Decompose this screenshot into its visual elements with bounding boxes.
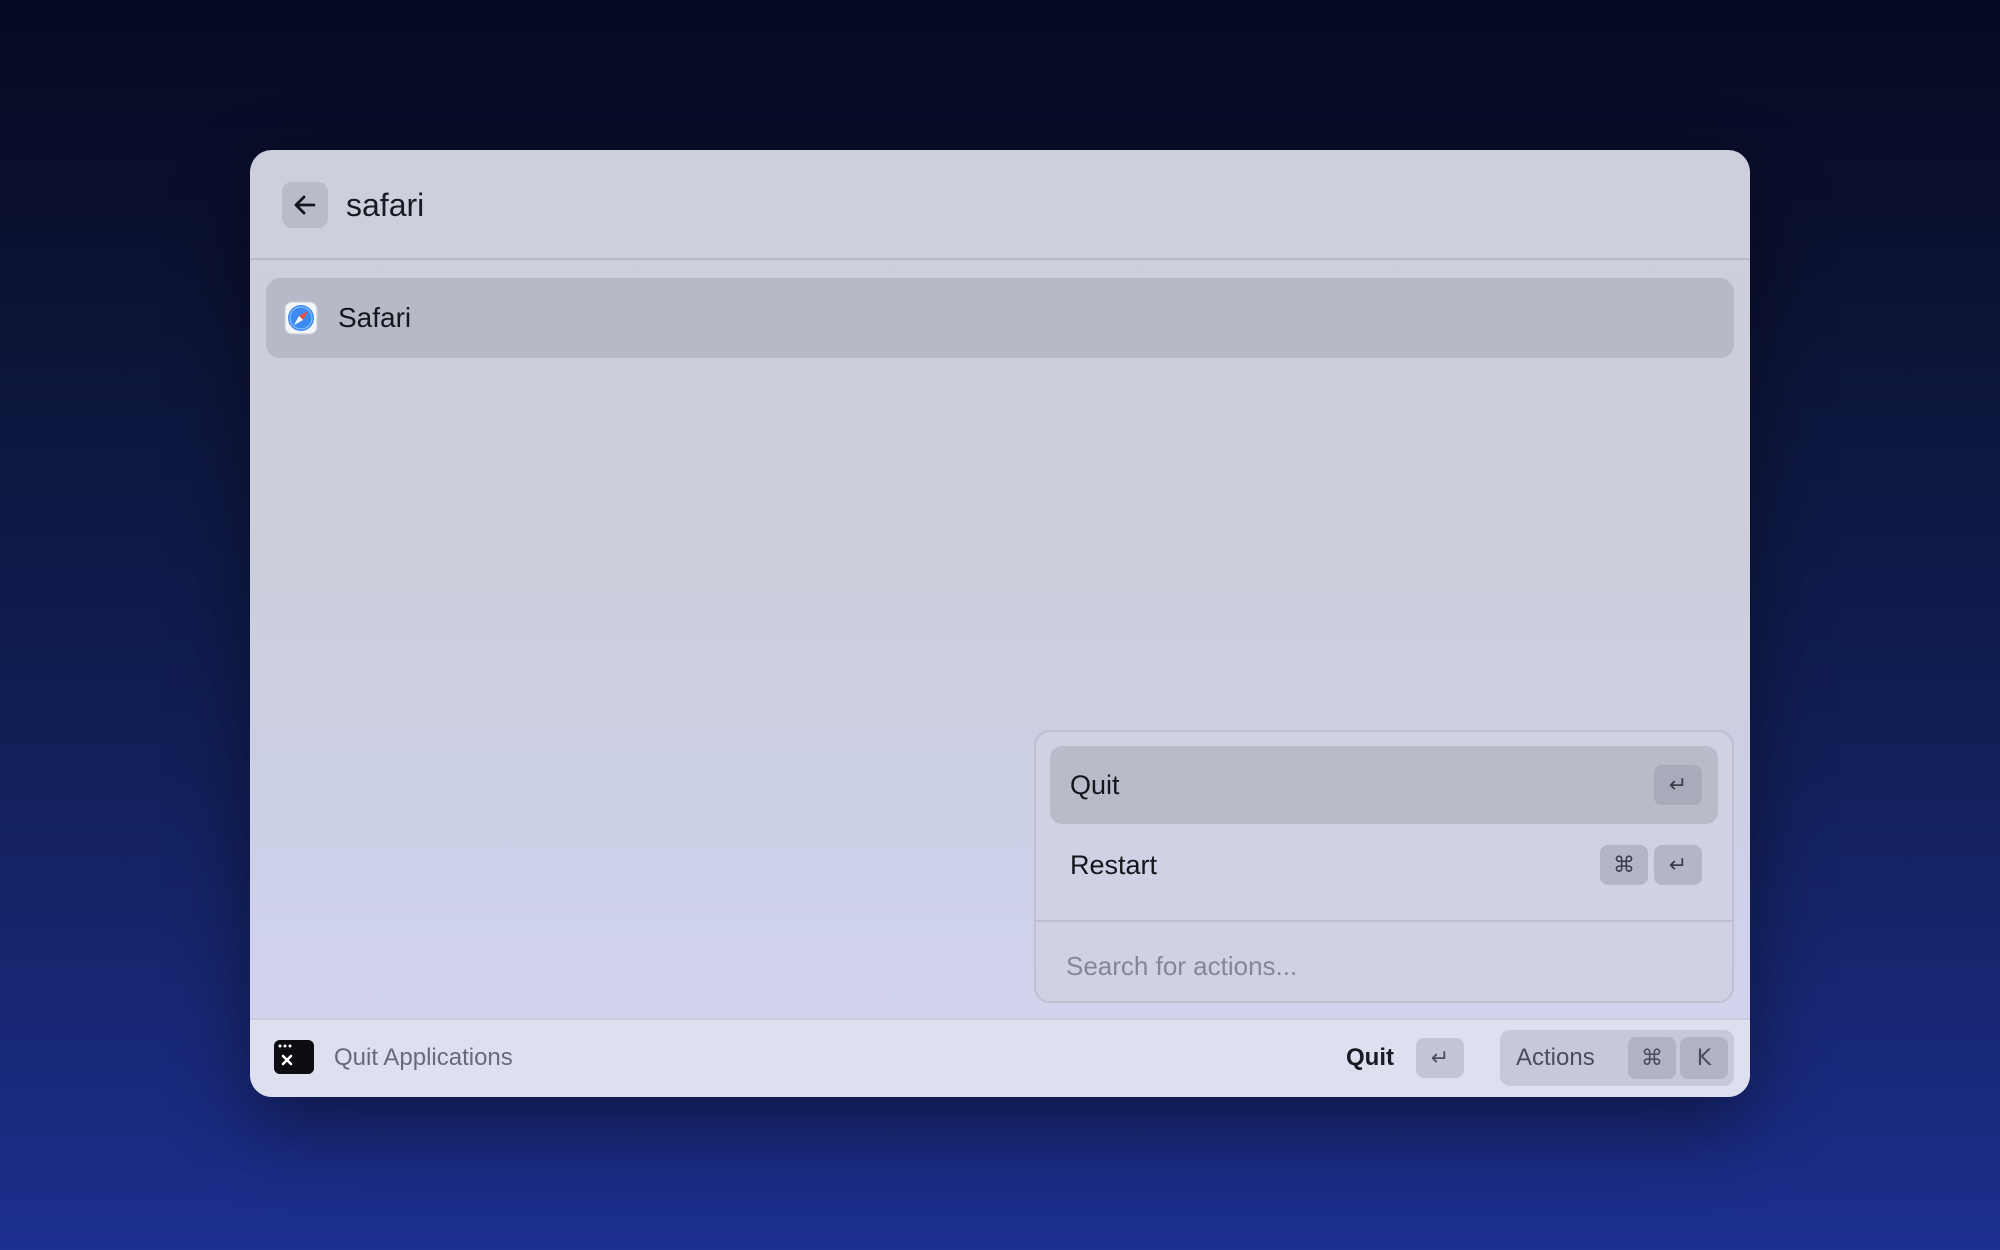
search-input[interactable] — [346, 178, 1646, 232]
shortcut-keys: ↵ — [1654, 765, 1702, 805]
primary-action-button[interactable]: Quit ↵ — [1346, 1034, 1464, 1082]
command-key-icon: ⌘ — [1628, 1037, 1676, 1079]
safari-compass-icon — [284, 301, 318, 335]
shortcut-keys: ⌘ ↵ — [1600, 845, 1702, 885]
footer-bar: Quit Applications Quit ↵ Actions ⌘ K — [250, 1018, 1750, 1097]
action-quit[interactable]: Quit ↵ — [1050, 746, 1718, 824]
actions-panel: Quit ↵ Restart ⌘ ↵ — [1034, 730, 1734, 1003]
action-label: Quit — [1070, 769, 1120, 800]
terminal-close-icon — [274, 1040, 314, 1074]
command-key-icon: ⌘ — [1600, 845, 1648, 885]
extension-name: Quit Applications — [334, 1044, 513, 1071]
launcher-window: Safari Quit ↵ Restart ⌘ ↵ Quit Applicati… — [250, 150, 1750, 1097]
arrow-left-icon — [294, 195, 316, 215]
back-button[interactable] — [282, 182, 328, 228]
panel-divider — [1036, 920, 1732, 922]
list-item-label: Safari — [338, 302, 412, 333]
list-item-safari[interactable]: Safari — [266, 278, 1734, 358]
return-key-icon: ↵ — [1654, 765, 1702, 805]
action-restart[interactable]: Restart ⌘ ↵ — [1050, 826, 1718, 904]
return-key-icon: ↵ — [1654, 845, 1702, 885]
k-key: K — [1680, 1037, 1728, 1079]
return-key-icon: ↵ — [1416, 1038, 1464, 1078]
shortcut-keys: ⌘ K — [1628, 1037, 1728, 1079]
actions-button-label: Actions — [1516, 1044, 1595, 1071]
actions-button[interactable]: Actions ⌘ K — [1500, 1030, 1734, 1086]
primary-action-label: Quit — [1346, 1044, 1394, 1071]
actions-search-input[interactable] — [1066, 944, 1706, 988]
search-header — [250, 150, 1750, 260]
action-label: Restart — [1070, 849, 1158, 880]
